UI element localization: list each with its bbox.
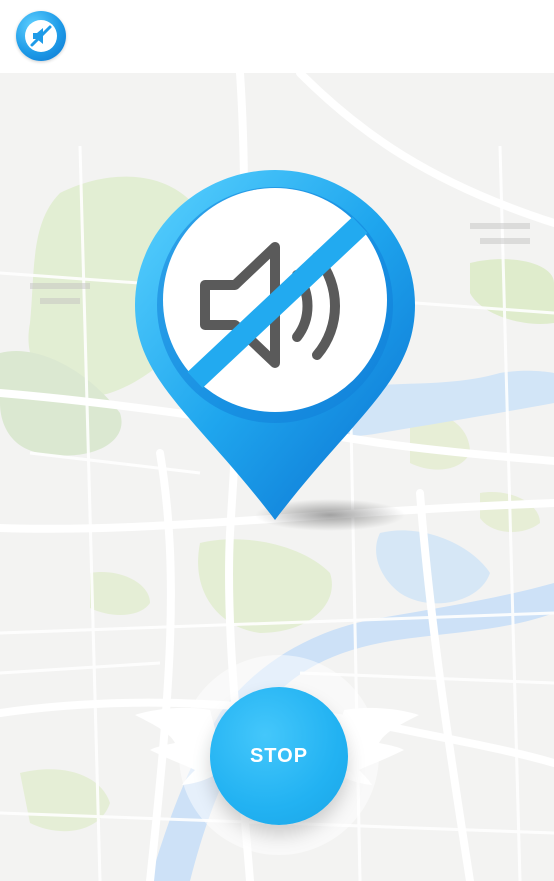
stop-button-label: STOP [249,744,309,767]
mute-location-pin [130,165,420,535]
stop-button[interactable]: STOP [210,687,348,825]
app-header [0,0,554,73]
speaker-muted-icon [187,216,368,389]
app-logo-icon[interactable] [16,11,66,61]
